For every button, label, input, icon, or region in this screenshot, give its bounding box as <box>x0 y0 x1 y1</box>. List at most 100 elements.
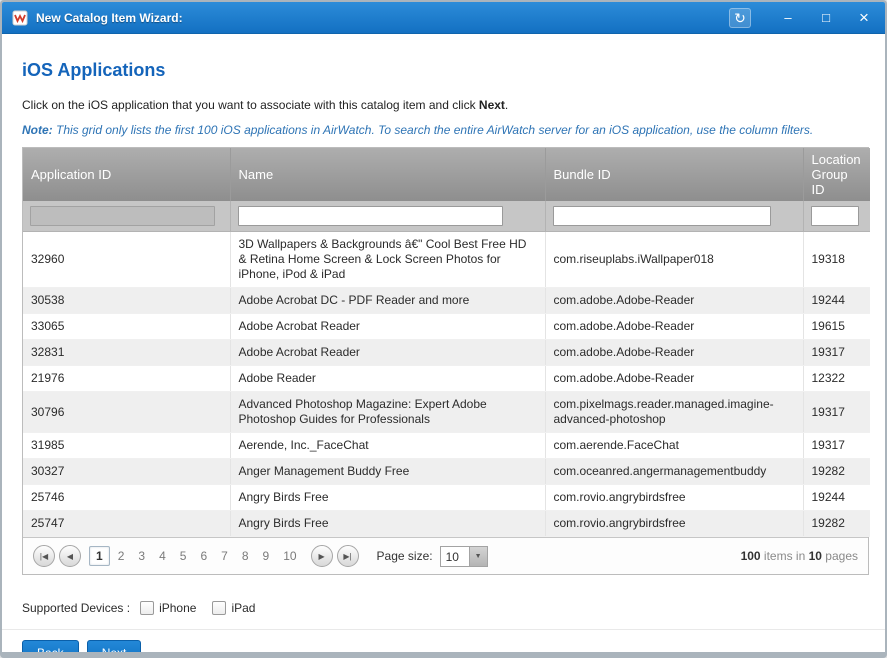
page-size: Page size: 10 ▼ <box>377 546 488 567</box>
grid-body: 329603D Wallpapers & Backgrounds â€" Coo… <box>23 232 870 537</box>
pager-last-button[interactable]: ▶| <box>337 545 359 567</box>
table-row[interactable]: 30796Advanced Photoshop Magazine: Expert… <box>23 392 870 433</box>
pager-page-4[interactable]: 4 <box>153 547 172 565</box>
wizard-window: New Catalog Item Wizard: ↻ – □ × iOS App… <box>0 0 887 658</box>
pager-next-button[interactable]: ▶ <box>311 545 333 567</box>
table-row[interactable]: 32831Adobe Acrobat Readercom.adobe.Adobe… <box>23 340 870 366</box>
table-row[interactable]: 31985Aerende, Inc._FaceChatcom.aerende.F… <box>23 433 870 459</box>
cell-name: Adobe Acrobat Reader <box>230 314 545 340</box>
pager-page-7[interactable]: 7 <box>215 547 234 565</box>
pager-page-2[interactable]: 2 <box>112 547 131 565</box>
device-option-iphone: iPhone <box>140 601 196 615</box>
filter-cell-bundle-id <box>545 201 803 232</box>
footer-buttons: Back Next <box>22 640 865 652</box>
cell-app-id: 25746 <box>23 485 230 511</box>
filter-bundle-id-input[interactable] <box>553 206 771 226</box>
table-row[interactable]: 30538Adobe Acrobat DC - PDF Reader and m… <box>23 288 870 314</box>
device-option-ipad: iPad <box>212 601 255 615</box>
app-icon <box>12 10 28 26</box>
col-header-bundle-id[interactable]: Bundle ID <box>545 148 803 201</box>
cell-bundle-id: com.adobe.Adobe-Reader <box>545 314 803 340</box>
page-size-label: Page size: <box>377 549 433 563</box>
cell-bundle-id: com.rovio.angrybirdsfree <box>545 485 803 511</box>
col-header-location-group-id[interactable]: Location Group ID <box>803 148 870 201</box>
table-row[interactable]: 21976Adobe Readercom.adobe.Adobe-Reader1… <box>23 366 870 392</box>
table-row[interactable]: 329603D Wallpapers & Backgrounds â€" Coo… <box>23 232 870 288</box>
pages-count: 10 <box>809 549 822 563</box>
cell-bundle-id: com.riseuplabs.iWallpaper018 <box>545 232 803 288</box>
cell-name: Angry Birds Free <box>230 485 545 511</box>
pager-page-1[interactable]: 1 <box>89 546 110 566</box>
instruction-suffix: . <box>505 98 508 112</box>
table-row[interactable]: 25746Angry Birds Freecom.rovio.angrybird… <box>23 485 870 511</box>
instruction-bold: Next <box>479 98 505 112</box>
cell-bundle-id: com.adobe.Adobe-Reader <box>545 340 803 366</box>
pager-summary: 100 items in 10 pages <box>741 549 858 563</box>
pager-page-5[interactable]: 5 <box>174 547 193 565</box>
pager-first-button[interactable]: |◀ <box>33 545 55 567</box>
cell-location-group-id: 19318 <box>803 232 870 288</box>
cell-location-group-id: 19244 <box>803 288 870 314</box>
cell-app-id: 30538 <box>23 288 230 314</box>
instruction-prefix: Click on the iOS application that you wa… <box>22 98 479 112</box>
pager: |◀ ◀ 12345678910 ▶ ▶| Page size: 10 ▼ 10… <box>23 537 868 574</box>
footer-divider <box>2 629 885 630</box>
page-size-dropdown[interactable]: 10 ▼ <box>440 546 488 567</box>
filter-cell-application-id <box>23 201 230 232</box>
refresh-icon[interactable]: ↻ <box>729 8 751 28</box>
filter-name-input[interactable] <box>238 206 503 226</box>
pager-page-3[interactable]: 3 <box>132 547 151 565</box>
cell-location-group-id: 19317 <box>803 340 870 366</box>
page-size-value: 10 <box>441 547 469 566</box>
applications-table: Application ID Name Bundle ID Location G… <box>23 148 870 537</box>
cell-app-id: 30327 <box>23 459 230 485</box>
pager-page-6[interactable]: 6 <box>194 547 213 565</box>
cell-bundle-id: com.pixelmags.reader.managed.imagine-adv… <box>545 392 803 433</box>
applications-grid: Application ID Name Bundle ID Location G… <box>22 147 869 575</box>
col-header-application-id[interactable]: Application ID <box>23 148 230 201</box>
table-row[interactable]: 33065Adobe Acrobat Readercom.adobe.Adobe… <box>23 314 870 340</box>
device-label: iPhone <box>159 601 196 615</box>
cell-location-group-id: 19244 <box>803 485 870 511</box>
back-button[interactable]: Back <box>22 640 79 652</box>
instruction-text: Click on the iOS application that you wa… <box>22 98 865 112</box>
cell-app-id: 32831 <box>23 340 230 366</box>
summary-suffix: pages <box>822 549 858 563</box>
pager-page-10[interactable]: 10 <box>277 547 302 565</box>
filter-location-group-id-input[interactable] <box>811 206 859 226</box>
note-text: Note: This grid only lists the first 100… <box>22 123 865 137</box>
note-label: Note: <box>22 123 53 137</box>
device-label: iPad <box>231 601 255 615</box>
cell-location-group-id: 19282 <box>803 459 870 485</box>
table-row[interactable]: 30327Anger Management Buddy Freecom.ocea… <box>23 459 870 485</box>
pager-page-9[interactable]: 9 <box>257 547 276 565</box>
cell-name: Advanced Photoshop Magazine: Expert Adob… <box>230 392 545 433</box>
cell-bundle-id: com.oceanred.angermanagementbuddy <box>545 459 803 485</box>
checkbox-ipad[interactable] <box>212 601 226 615</box>
checkbox-iphone[interactable] <box>140 601 154 615</box>
table-row[interactable]: 25747Angry Birds Freecom.rovio.angrybird… <box>23 511 870 537</box>
filter-application-id-input[interactable] <box>30 206 215 226</box>
note-body: This grid only lists the first 100 iOS a… <box>53 123 814 137</box>
cell-name: Adobe Acrobat DC - PDF Reader and more <box>230 288 545 314</box>
cell-name: Aerende, Inc._FaceChat <box>230 433 545 459</box>
grid-header-row: Application ID Name Bundle ID Location G… <box>23 148 870 201</box>
cell-name: Anger Management Buddy Free <box>230 459 545 485</box>
pager-prev-button[interactable]: ◀ <box>59 545 81 567</box>
window-controls: ↻ – □ × <box>729 8 875 28</box>
cell-app-id: 21976 <box>23 366 230 392</box>
maximize-icon[interactable]: □ <box>815 8 837 28</box>
pager-page-8[interactable]: 8 <box>236 547 255 565</box>
next-button[interactable]: Next <box>87 640 142 652</box>
cell-location-group-id: 12322 <box>803 366 870 392</box>
cell-bundle-id: com.aerende.FaceChat <box>545 433 803 459</box>
cell-name: Adobe Acrobat Reader <box>230 340 545 366</box>
minimize-icon[interactable]: – <box>777 8 799 28</box>
grid-filter-row <box>23 201 870 232</box>
chevron-down-icon[interactable]: ▼ <box>469 547 487 566</box>
col-header-name[interactable]: Name <box>230 148 545 201</box>
close-icon[interactable]: × <box>853 8 875 28</box>
filter-cell-name <box>230 201 545 232</box>
summary-mid: items in <box>761 549 809 563</box>
window-title: New Catalog Item Wizard: <box>36 11 183 25</box>
